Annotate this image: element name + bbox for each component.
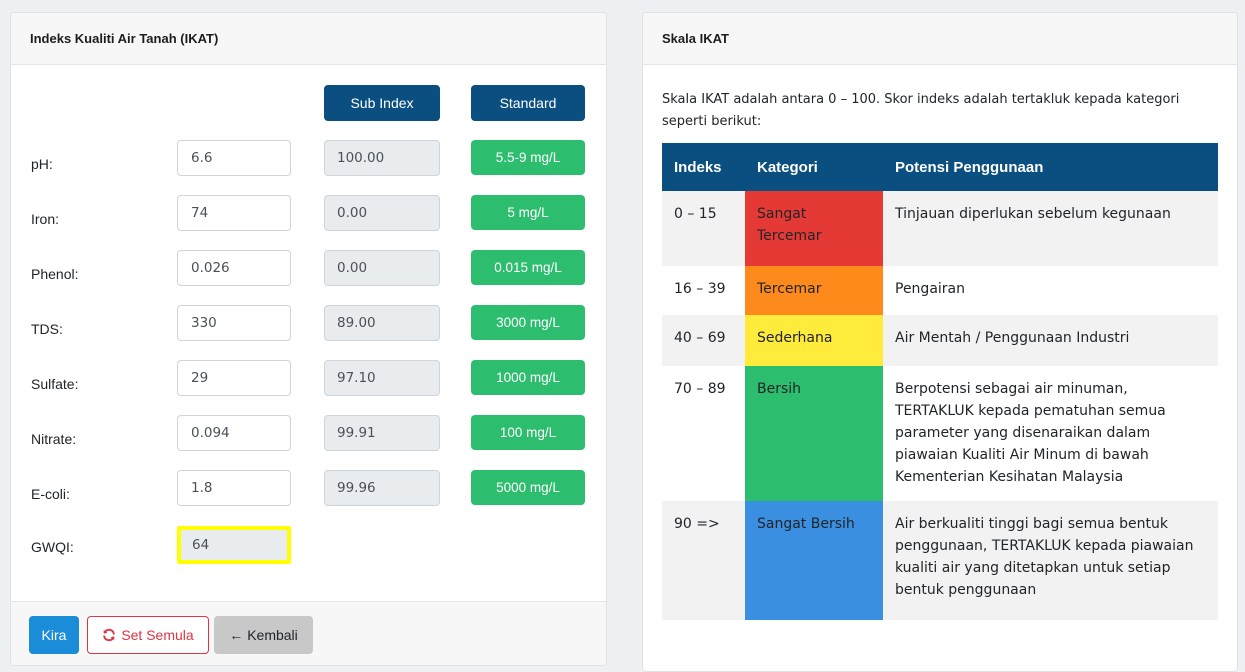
gwqi-result: 64 <box>177 526 291 564</box>
table-row: 90 => Sangat Bersih Air berkualiti tingg… <box>662 501 1218 620</box>
tds-standard: 3000 mg/L <box>471 305 585 340</box>
reset-label: Set Semula <box>121 627 194 643</box>
potensi-cell: Air Mentah / Penggunaan Industri <box>883 315 1218 366</box>
back-label: Kembali <box>247 627 298 643</box>
indeks-cell: 0 – 15 <box>662 191 745 266</box>
phenol-standard: 0.015 mg/L <box>471 250 585 285</box>
ecoli-standard: 5000 mg/L <box>471 470 585 505</box>
kategori-cell: Tercemar <box>745 266 883 315</box>
table-row: 0 – 15 Sangat Tercemar Tinjauan diperluk… <box>662 191 1218 266</box>
ikat-scale-card: Skala IKAT Skala IKAT adalah antara 0 – … <box>642 12 1238 672</box>
table-row: 16 – 39 Tercemar Pengairan <box>662 266 1218 315</box>
scale-table: Indeks Kategori Potensi Penggunaan 0 – 1… <box>662 143 1218 620</box>
table-row: 40 – 69 Sederhana Air Mentah / Penggunaa… <box>662 315 1218 366</box>
ecoli-input[interactable]: 1.8 <box>177 470 291 506</box>
kira-button[interactable]: Kira <box>29 616 79 654</box>
nitrate-label: Nitrate: <box>31 431 77 447</box>
iron-label: Iron: <box>31 211 60 227</box>
potensi-cell: Berpotensi sebagai air minuman, TERTAKLU… <box>883 366 1218 501</box>
indeks-cell: 90 => <box>662 501 745 620</box>
gwqi-label: GWQI: <box>31 539 74 555</box>
phenol-sub-index: 0.00 <box>324 250 440 286</box>
iron-standard: 5 mg/L <box>471 195 585 230</box>
sulfate-input[interactable]: 29 <box>177 360 291 396</box>
arrow-left-icon: ← <box>229 627 244 643</box>
table-row: 70 – 89 Bersih Berpotensi sebagai air mi… <box>662 366 1218 501</box>
reset-button[interactable]: Set Semula <box>87 616 209 654</box>
scale-intro: Skala IKAT adalah antara 0 – 100. Skor i… <box>662 92 1180 129</box>
indeks-cell: 16 – 39 <box>662 266 745 315</box>
kategori-cell: Sederhana <box>745 315 883 366</box>
table-header-row: Indeks Kategori Potensi Penggunaan <box>662 143 1218 191</box>
nitrate-input[interactable]: 0.094 <box>177 415 291 451</box>
standard-header: Standard <box>471 85 585 121</box>
calculator-footer: Kira Set Semula ← Kembali <box>11 601 606 665</box>
phenol-input[interactable]: 0.026 <box>177 250 291 286</box>
phenol-label: Phenol: <box>31 266 79 282</box>
sulfate-standard: 1000 mg/L <box>471 360 585 395</box>
kategori-header: Kategori <box>745 143 883 191</box>
nitrate-sub-index: 99.91 <box>324 415 440 451</box>
potensi-cell: Air berkualiti tinggi bagi semua bentuk … <box>883 501 1218 620</box>
ikat-calculator-card: Indeks Kualiti Air Tanah (IKAT) Sub Inde… <box>10 12 607 666</box>
ph-label: pH: <box>31 156 53 172</box>
back-button[interactable]: ← Kembali <box>214 616 313 654</box>
ph-sub-index: 100.00 <box>324 140 440 176</box>
sulfate-sub-index: 97.10 <box>324 360 440 396</box>
ecoli-sub-index: 99.96 <box>324 470 440 506</box>
tds-input[interactable]: 330 <box>177 305 291 341</box>
tds-sub-index: 89.00 <box>324 305 440 341</box>
nitrate-standard: 100 mg/L <box>471 415 585 450</box>
iron-sub-index: 0.00 <box>324 195 440 231</box>
sulfate-label: Sulfate: <box>31 376 79 392</box>
ecoli-label: E-coli: <box>31 486 70 502</box>
kategori-cell: Bersih <box>745 366 883 501</box>
sync-icon <box>102 628 116 642</box>
ph-input[interactable]: 6.6 <box>177 140 291 176</box>
indeks-header: Indeks <box>662 143 745 191</box>
kategori-cell: Sangat Tercemar <box>745 191 883 266</box>
potensi-cell: Tinjauan diperlukan sebelum kegunaan <box>883 191 1218 266</box>
kira-label: Kira <box>41 627 67 643</box>
potensi-header: Potensi Penggunaan <box>883 143 1218 191</box>
kategori-cell: Sangat Bersih <box>745 501 883 620</box>
tds-label: TDS: <box>31 321 63 337</box>
calculator-title: Indeks Kualiti Air Tanah (IKAT) <box>30 31 219 46</box>
sub-index-header: Sub Index <box>324 85 440 121</box>
indeks-cell: 40 – 69 <box>662 315 745 366</box>
indeks-cell: 70 – 89 <box>662 366 745 501</box>
iron-input[interactable]: 74 <box>177 195 291 231</box>
calculator-card-header: Indeks Kualiti Air Tanah (IKAT) <box>11 13 606 65</box>
scale-card-header: Skala IKAT <box>643 13 1237 65</box>
ph-standard: 5.5-9 mg/L <box>471 140 585 175</box>
scale-title: Skala IKAT <box>662 31 729 46</box>
potensi-cell: Pengairan <box>883 266 1218 315</box>
